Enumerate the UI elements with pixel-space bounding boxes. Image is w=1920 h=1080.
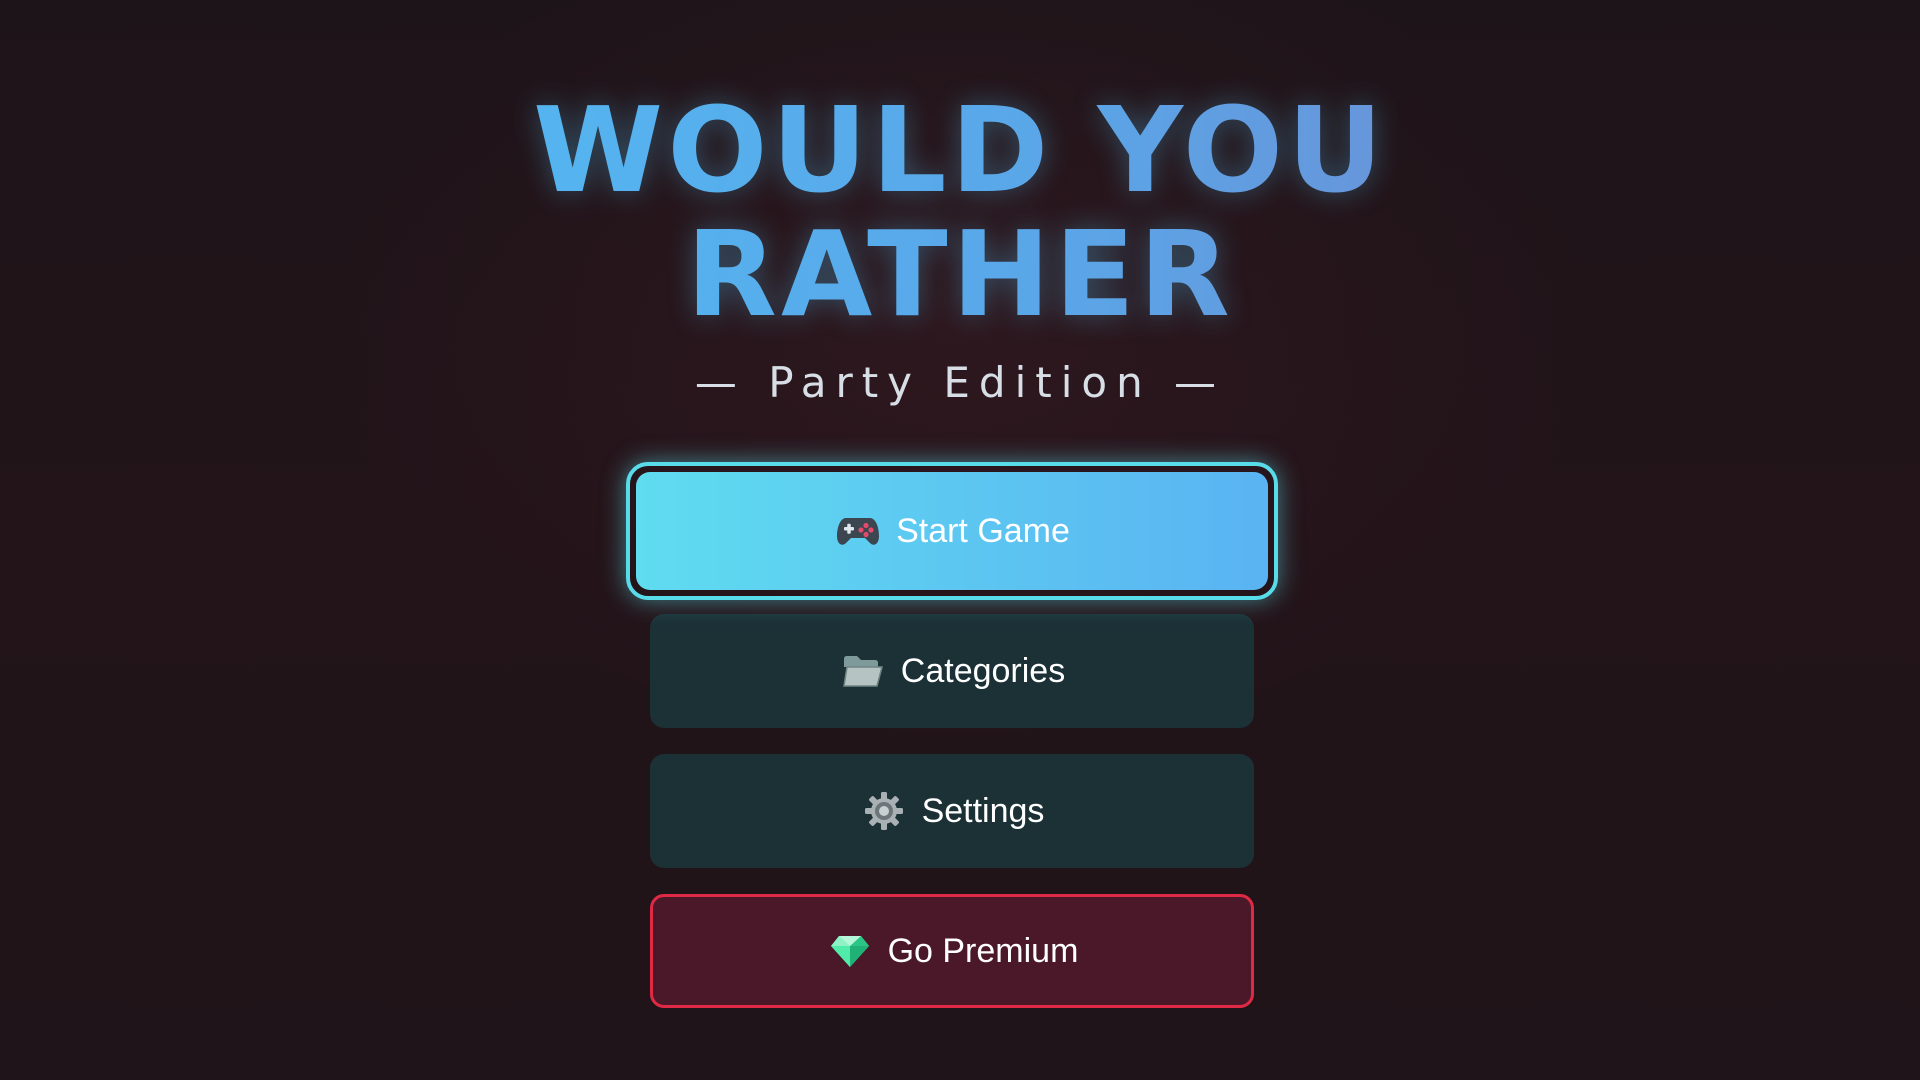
game-title-line-2: RATHER xyxy=(686,205,1234,343)
start-game-label: Start Game xyxy=(896,511,1070,550)
settings-label: Settings xyxy=(921,791,1045,830)
edition-subtitle: — Party Edition — xyxy=(694,358,1226,407)
folder-icon xyxy=(839,647,887,695)
go-premium-label: Go Premium xyxy=(887,931,1079,970)
main-menu: Start Game Categories Settings Go Premiu… xyxy=(626,462,1278,1034)
game-controller-icon xyxy=(834,507,882,555)
title-block: WOULD YOU RATHER — Party Edition — xyxy=(0,88,1920,407)
start-game-button[interactable]: Start Game xyxy=(626,462,1278,600)
gear-icon xyxy=(860,787,908,835)
go-premium-button[interactable]: Go Premium xyxy=(650,894,1254,1008)
start-game-button-face[interactable]: Start Game xyxy=(636,472,1268,590)
gem-icon xyxy=(826,927,874,975)
game-title-line-1: WOULD YOU xyxy=(533,81,1387,219)
game-title: WOULD YOU RATHER xyxy=(0,88,1920,336)
categories-label: Categories xyxy=(900,651,1066,690)
settings-button[interactable]: Settings xyxy=(650,754,1254,868)
main-menu-screen: WOULD YOU RATHER — Party Edition — Start… xyxy=(0,0,1920,1080)
categories-button[interactable]: Categories xyxy=(650,614,1254,728)
